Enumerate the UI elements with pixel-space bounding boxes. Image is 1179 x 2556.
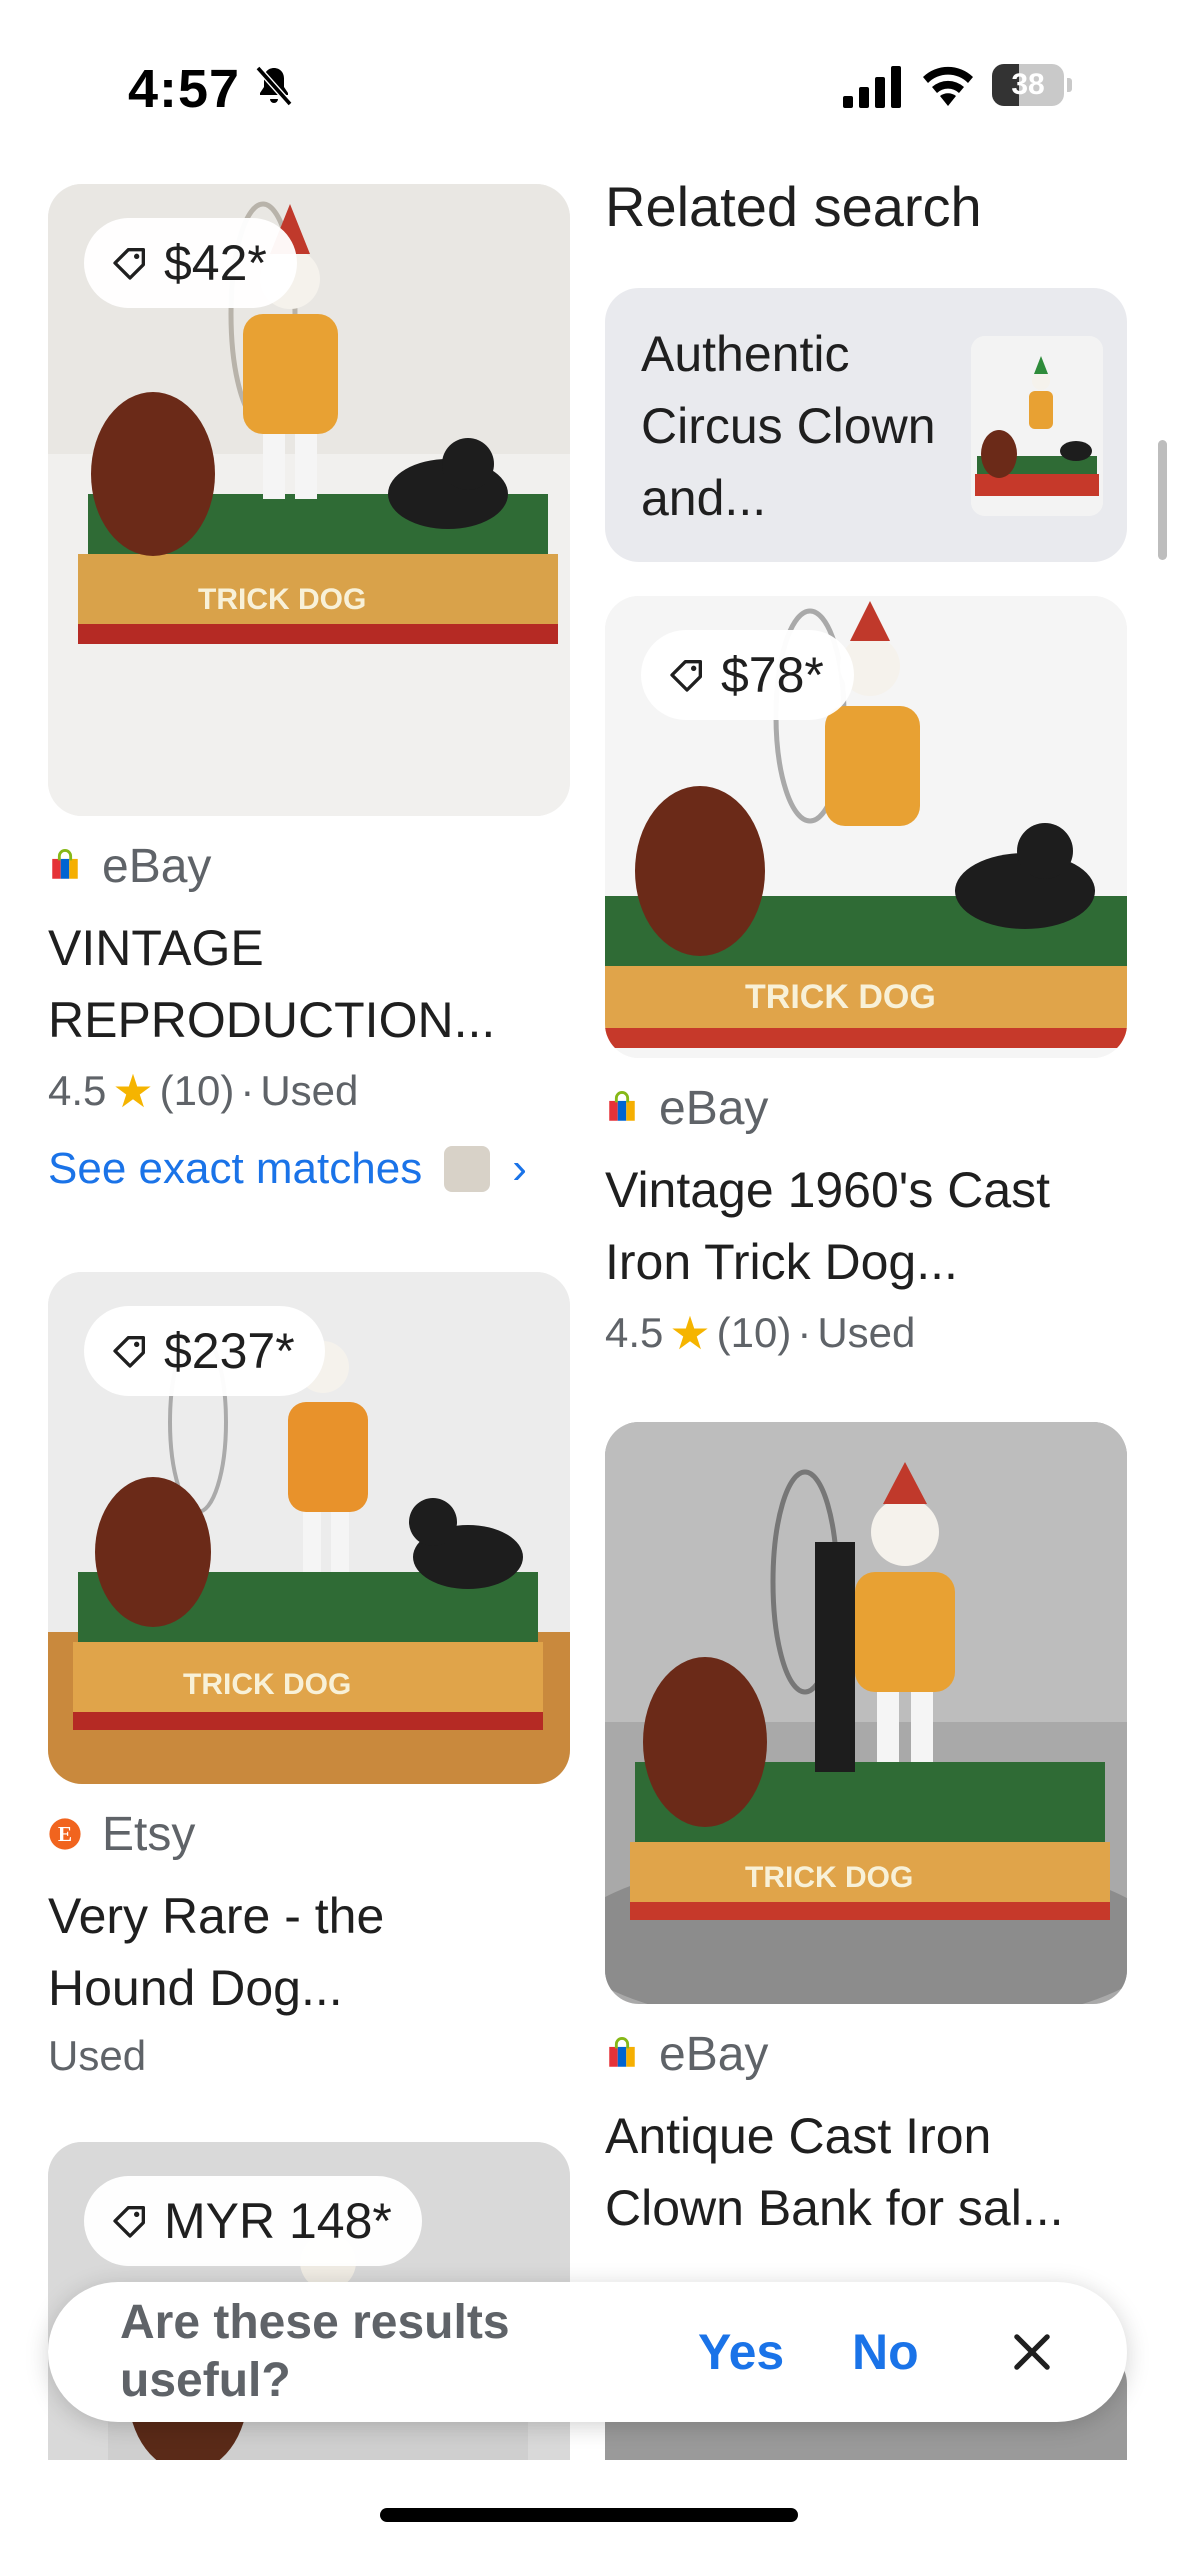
trick-dog-bank-image: TRICK DOG bbox=[605, 1422, 1127, 2004]
battery-percent: 38 bbox=[1011, 68, 1045, 101]
product-card[interactable]: TRICK DOG $78* eBay Vintage 1960's Cast … bbox=[605, 596, 1127, 1360]
separator-dot: · bbox=[240, 1067, 255, 1114]
price-tag: $78* bbox=[641, 630, 854, 720]
price-tag: MYR 148* bbox=[84, 2176, 422, 2266]
rating-row: 4.5 ★ (10) · Used bbox=[605, 1306, 1127, 1360]
condition-label: Used bbox=[260, 1067, 359, 1114]
ebay-shopping-bag-icon bbox=[52, 849, 78, 879]
feedback-question: Are these results useful? bbox=[120, 2296, 510, 2407]
price-tag-icon bbox=[113, 2206, 145, 2238]
related-search-label: Authentic Circus Clown and... bbox=[641, 326, 936, 526]
product-image[interactable]: TRICK DOG bbox=[605, 1422, 1127, 2004]
condition-label: Used bbox=[817, 1309, 916, 1356]
price-tag-icon bbox=[113, 1336, 145, 1368]
chevron-right-icon: › bbox=[512, 1144, 527, 1193]
product-title[interactable]: VINTAGE REPRODUCTION... bbox=[48, 912, 518, 1056]
review-count: (10) bbox=[159, 1067, 235, 1114]
source-name: eBay bbox=[659, 2027, 769, 2081]
wifi-icon bbox=[923, 66, 973, 106]
price-label: $42* bbox=[164, 235, 267, 291]
source-row: eBay bbox=[605, 2026, 1127, 2082]
rating-value: 4.5 bbox=[48, 1067, 107, 1114]
svg-text:TRICK DOG: TRICK DOG bbox=[745, 1861, 913, 1894]
scrollbar[interactable] bbox=[1158, 440, 1167, 560]
svg-text:TRICK DOG: TRICK DOG bbox=[745, 978, 936, 1016]
price-label: $78* bbox=[721, 647, 824, 703]
status-time: 4:57 bbox=[128, 59, 241, 119]
svg-text:TRICK DOG: TRICK DOG bbox=[183, 1668, 351, 1701]
rating-row: Used bbox=[48, 2032, 570, 2080]
product-title[interactable]: Vintage 1960's Cast Iron Trick Dog... bbox=[605, 1154, 1115, 1298]
star-icon: ★ bbox=[112, 1065, 154, 1117]
price-tag-icon bbox=[113, 248, 145, 280]
source-name: eBay bbox=[102, 839, 212, 893]
etsy-icon: E bbox=[49, 1818, 81, 1850]
battery-icon: 38 bbox=[992, 64, 1072, 106]
price-tag: $237* bbox=[84, 1306, 325, 1396]
price-tag-icon bbox=[670, 660, 702, 692]
bell-off-icon bbox=[255, 65, 293, 107]
see-exact-matches-link[interactable]: See exact matches › bbox=[48, 1144, 570, 1194]
exact-matches-label: See exact matches bbox=[48, 1144, 423, 1193]
svg-text:TRICK DOG: TRICK DOG bbox=[198, 583, 366, 616]
source-row: eBay bbox=[48, 838, 570, 894]
close-icon[interactable] bbox=[1006, 2326, 1058, 2378]
related-search-heading: Related search bbox=[605, 175, 982, 238]
source-row: E Etsy bbox=[48, 1806, 570, 1862]
home-indicator[interactable] bbox=[380, 2508, 798, 2522]
ebay-shopping-bag-icon bbox=[609, 2037, 635, 2067]
star-icon: ★ bbox=[669, 1307, 711, 1359]
product-title[interactable]: Very Rare - the Hound Dog... bbox=[48, 1880, 518, 2024]
related-search-thumbnail bbox=[971, 336, 1103, 516]
product-title[interactable]: Antique Cast Iron Clown Bank for sal... bbox=[605, 2100, 1127, 2244]
feedback-bar: Are these results useful? Yes No bbox=[48, 2282, 1127, 2422]
separator-dot: · bbox=[797, 1309, 812, 1356]
condition-label: Used bbox=[48, 2032, 147, 2079]
product-image[interactable]: TRICK DOG $237* bbox=[48, 1272, 570, 1784]
price-label: MYR 148* bbox=[164, 2193, 392, 2249]
feedback-yes-button[interactable]: Yes bbox=[698, 2282, 784, 2422]
source-name: Etsy bbox=[102, 1807, 196, 1861]
results-feed[interactable]: TRICK DOG $42* eBay VINTAGE REPRODUCTION… bbox=[0, 170, 1179, 2460]
feedback-no-button[interactable]: No bbox=[852, 2282, 919, 2422]
product-card[interactable]: TRICK DOG $42* eBay VINTAGE REPRODUCTION… bbox=[48, 184, 570, 1194]
svg-text:E: E bbox=[58, 1822, 72, 1846]
source-name: eBay bbox=[659, 1081, 769, 1135]
product-image[interactable]: TRICK DOG $42* bbox=[48, 184, 570, 816]
rating-row: 4.5 ★ (10) · Used bbox=[48, 1064, 570, 1118]
product-card[interactable]: TRICK DOG $237* E Etsy Very Rare - the H… bbox=[48, 1272, 570, 2080]
product-image[interactable]: TRICK DOG $78* bbox=[605, 596, 1127, 1058]
exact-match-thumbnail bbox=[444, 1146, 491, 1192]
price-label: $237* bbox=[164, 1323, 295, 1379]
source-row: eBay bbox=[605, 1080, 1127, 1136]
product-card[interactable]: TRICK DOG eBay Antique Cast Iron Clown B… bbox=[605, 1422, 1127, 2244]
rating-value: 4.5 bbox=[605, 1309, 664, 1356]
related-search-item[interactable]: Authentic Circus Clown and... bbox=[605, 288, 1127, 562]
review-count: (10) bbox=[716, 1309, 792, 1356]
status-bar: 4:57 38 bbox=[0, 0, 1179, 170]
ebay-shopping-bag-icon bbox=[609, 1091, 635, 1121]
signal-icon bbox=[843, 66, 901, 108]
price-tag: $42* bbox=[84, 218, 297, 308]
